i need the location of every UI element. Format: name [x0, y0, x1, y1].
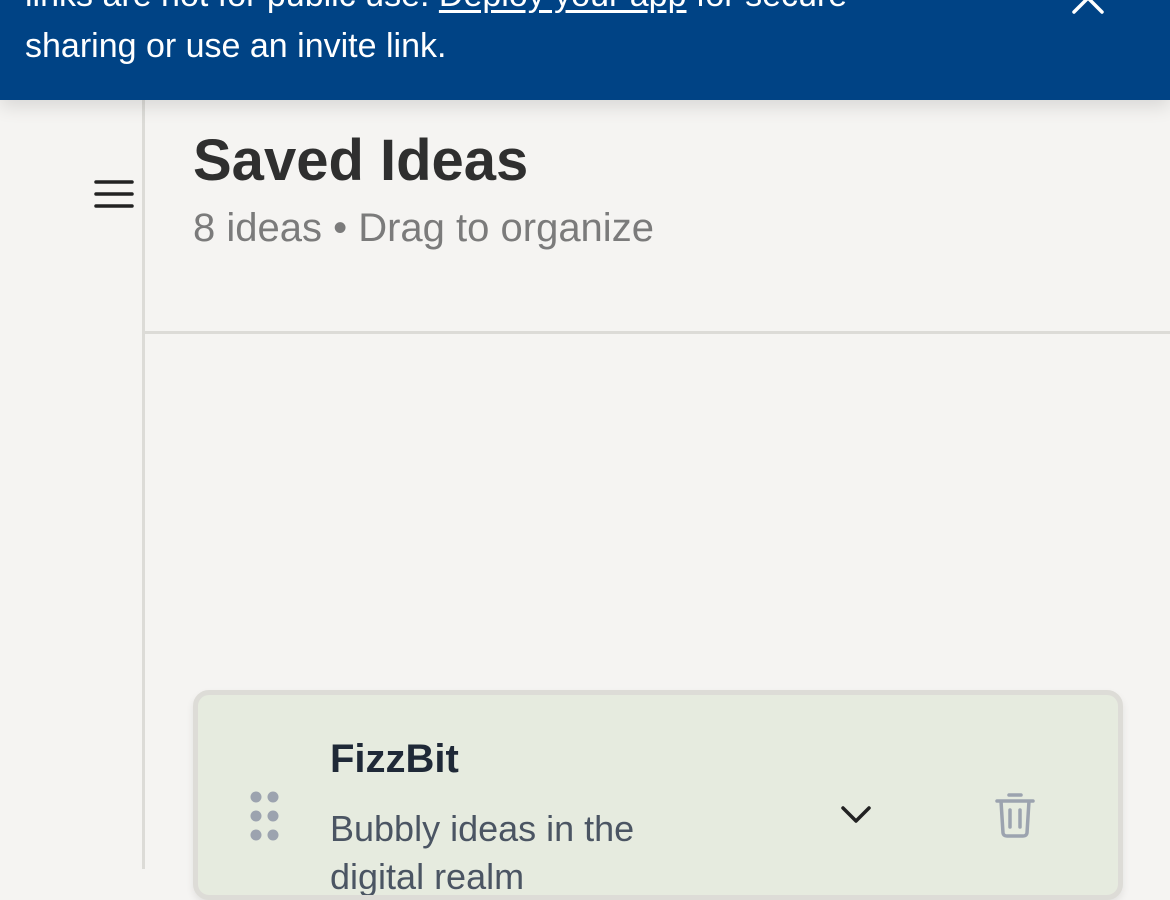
banner-line-1: links are not for public use. Deploy you…: [25, 0, 847, 15]
sidebar-rail: [0, 100, 145, 869]
delete-button[interactable]: [994, 791, 1036, 839]
chevron-down-icon: [841, 806, 871, 823]
banner-text-after-link: for secure: [687, 0, 847, 14]
hamburger-menu-icon: [94, 180, 134, 208]
page-header: Saved Ideas 8 ideas • Drag to organize: [145, 100, 1170, 334]
banner-close-button[interactable]: [1068, 0, 1108, 18]
banner-text-before-link: links are not for public use.: [25, 0, 439, 14]
page-title: Saved Ideas: [193, 128, 529, 193]
page-subtitle: 8 ideas • Drag to organize: [193, 206, 654, 250]
idea-description: Bubbly ideas in the digital realm: [330, 808, 635, 897]
idea-title: FizzBit: [330, 737, 459, 781]
expand-button[interactable]: [838, 797, 874, 833]
close-icon: [1072, 0, 1104, 14]
banner-line-2: sharing or use an invite link.: [25, 27, 447, 65]
trash-icon: [995, 793, 1035, 838]
menu-button[interactable]: [94, 178, 134, 212]
drag-handle[interactable]: [250, 791, 280, 843]
info-banner: links are not for public use. Deploy you…: [0, 0, 1170, 100]
deploy-app-link[interactable]: Deploy your app: [439, 0, 687, 14]
drag-handle-icon: [250, 791, 279, 841]
